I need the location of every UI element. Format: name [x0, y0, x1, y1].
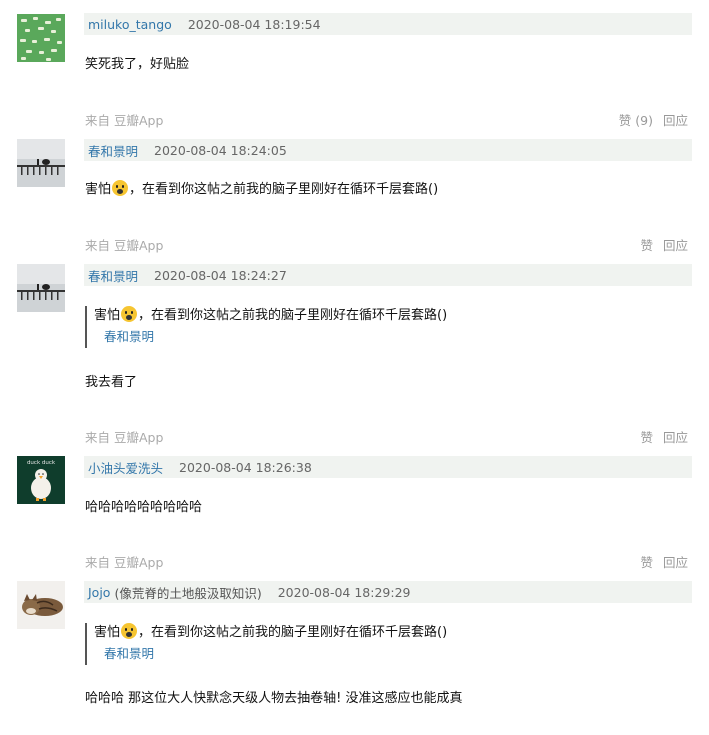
author-link[interactable]: 小油头爱洗头 — [88, 458, 163, 477]
avatar[interactable] — [17, 14, 65, 62]
comment-source: 来自 豆瓣App — [85, 554, 164, 570]
comment-header: miluko_tango 2020-08-04 18:19:54 — [84, 13, 692, 35]
comment-text: 哈哈哈 那这位大人快默念天级人物去抽卷轴! 没准这感应也能成真 — [85, 691, 463, 706]
quoted-text-part: ，在看到你这帖之前我的脑子里刚好在循环千层套路() — [138, 625, 448, 640]
like-button[interactable]: 赞 (9) — [619, 110, 653, 129]
comment-source: 来自 豆瓣App — [85, 237, 164, 253]
scream-emoji-icon — [121, 306, 138, 322]
comment-time: 2020-08-04 18:19:54 — [187, 16, 321, 32]
reply-button[interactable]: 回应 — [663, 110, 688, 129]
scream-emoji-icon — [112, 180, 129, 196]
comment-time: 2020-08-04 18:24:05 — [154, 142, 287, 158]
comment-header: 春和景明 2020-08-04 18:24:05 — [84, 139, 692, 161]
author-signature: (像荒脊的土地般汲取知识) — [114, 585, 262, 601]
quoted-text: 害怕 ，在看到你这帖之前我的脑子里刚好在循环千层套路() — [94, 623, 585, 643]
quoted-comment: 害怕 ，在看到你这帖之前我的脑子里刚好在循环千层套路() 春和景明 — [85, 623, 585, 665]
comment-header: 春和景明 2020-08-04 18:24:27 — [84, 264, 692, 286]
like-button[interactable]: 赞 — [640, 552, 653, 571]
quoted-text-part: ，在看到你这帖之前我的脑子里刚好在循环千层套路() — [138, 308, 448, 323]
comment-source: 来自 豆瓣App — [85, 112, 164, 128]
comment-text: 哈哈哈哈哈哈哈哈哈 — [85, 500, 203, 515]
comment-text: 我去看了 — [85, 375, 138, 390]
comment-time: 2020-08-04 18:26:38 — [179, 459, 312, 475]
comment-header: 小油头爱洗头 2020-08-04 18:26:38 — [84, 456, 692, 478]
avatar[interactable]: duck duck — [17, 456, 65, 504]
quoted-text: 害怕 ，在看到你这帖之前我的脑子里刚好在循环千层套路() — [94, 306, 585, 326]
comment-time: 2020-08-04 18:24:27 — [154, 267, 287, 283]
comment-text: 笑死我了，好贴脸 — [85, 57, 190, 72]
comment-footer: 来自 豆瓣App 赞 回应 — [85, 426, 688, 446]
comment-source: 来自 豆瓣App — [85, 429, 164, 445]
comment-text-part: 害怕 — [85, 182, 112, 197]
like-button[interactable]: 赞 — [640, 235, 653, 254]
reply-button[interactable]: 回应 — [663, 552, 688, 571]
comment-header: Jojo (像荒脊的土地般汲取知识) 2020-08-04 18:29:29 — [84, 581, 692, 603]
quoted-text-part: 害怕 — [94, 625, 121, 640]
reply-button[interactable]: 回应 — [663, 235, 688, 254]
like-button[interactable]: 赞 — [640, 427, 653, 446]
author-link[interactable]: 春和景明 — [88, 141, 138, 160]
comment-footer: 来自 豆瓣App 赞 回应 — [85, 234, 688, 254]
bridge-silhouette-avatar-icon — [17, 139, 65, 187]
comment-text: 害怕 ，在看到你这帖之前我的脑子里刚好在循环千层套路() — [85, 178, 438, 197]
quoted-text-part: 害怕 — [94, 308, 121, 323]
scream-emoji-icon — [121, 623, 138, 639]
comment-text-part: ，在看到你这帖之前我的脑子里刚好在循环千层套路() — [129, 182, 439, 197]
green-pattern-avatar-icon — [17, 14, 65, 62]
avatar[interactable] — [17, 581, 65, 629]
duck-avatar-icon: duck duck — [17, 456, 65, 504]
quoted-author-link[interactable]: 春和景明 — [94, 326, 585, 348]
avatar-caption: duck duck — [27, 460, 56, 466]
cat-avatar-icon — [17, 581, 65, 629]
avatar[interactable] — [17, 139, 65, 187]
author-link[interactable]: 春和景明 — [88, 266, 138, 285]
quoted-comment: 害怕 ，在看到你这帖之前我的脑子里刚好在循环千层套路() 春和景明 — [85, 306, 585, 348]
author-link[interactable]: miluko_tango — [88, 17, 172, 32]
quoted-author-link[interactable]: 春和景明 — [94, 643, 585, 665]
comment-footer: 来自 豆瓣App 赞 (9) 回应 — [85, 109, 688, 129]
comment-time: 2020-08-04 18:29:29 — [277, 584, 411, 600]
avatar[interactable] — [17, 264, 65, 312]
comment-footer: 来自 豆瓣App 赞 回应 — [85, 551, 688, 571]
author-link[interactable]: Jojo — [88, 585, 110, 600]
bridge-silhouette-avatar-icon — [17, 264, 65, 312]
reply-button[interactable]: 回应 — [663, 427, 688, 446]
